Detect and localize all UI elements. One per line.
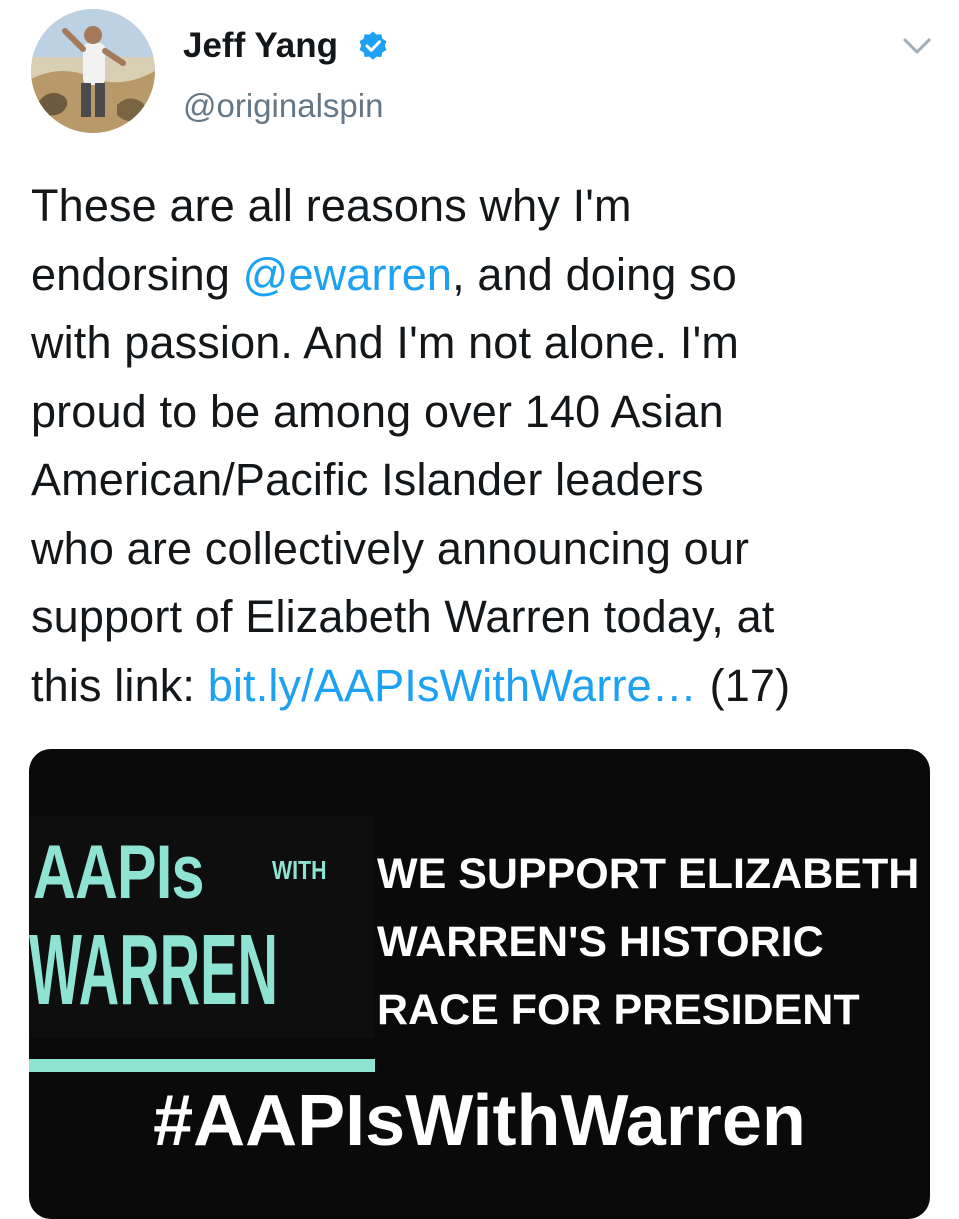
tweet-text-line: this link: bit.ly/AAPIsWithWarre… (17)	[31, 652, 936, 721]
tweet-text-segment: proud to be among over 140 Asian	[31, 385, 724, 437]
author-display-name[interactable]: Jeff Yang	[183, 24, 338, 68]
tweet-text-segment: with passion. And I'm not alone. I'm	[31, 317, 739, 368]
tweet-text-line: support of Elizabeth Warren today, at	[31, 583, 936, 652]
logo-with-text: WITH	[272, 855, 327, 885]
chevron-down-icon[interactable]	[897, 30, 937, 62]
tweet-text-segment: American/Pacific Islander leaders	[31, 454, 704, 505]
tweet-text-line: who are collectively announcing our	[31, 515, 936, 584]
tweet-text-line: with passion. And I'm not alone. I'm	[31, 309, 936, 378]
verified-badge-icon	[359, 31, 387, 60]
logo-underline	[29, 1059, 375, 1072]
url-link[interactable]: bit.ly/AAPIsWithWarre…	[208, 660, 697, 711]
mention-link[interactable]: @ewarren	[243, 249, 452, 300]
hashtag-text: #AAPIsWithWarren	[153, 1081, 806, 1161]
tweet-text: These are all reasons why I'm endorsing @…	[31, 172, 936, 720]
tweet-text-line: American/Pacific Islander leaders	[31, 446, 936, 515]
tweet-text-segment: who are collectively announcing our	[31, 522, 750, 574]
tweet-text-segment: (17)	[696, 659, 791, 711]
tweet-text-segment: support of Elizabeth Warren today, at	[31, 591, 775, 642]
tweet-text-segment: , and doing so	[452, 248, 737, 300]
tweet-media-image[interactable]: AAPIs WITH WARREN WE SUPPORT ELIZABETH W…	[29, 749, 930, 1219]
support-line: WE SUPPORT ELIZABETH	[377, 850, 920, 898]
support-line: RACE FOR PRESIDENT	[377, 986, 860, 1034]
tweet-text-line: proud to be among over 140 Asian	[31, 378, 936, 447]
tweet-text-line: endorsing @ewarren, and doing so	[31, 241, 936, 310]
logo-warren-text: WARREN	[29, 914, 278, 1026]
tweet-text-segment: this link:	[31, 659, 208, 711]
tweet: Jeff Yang @originalspin These are all re…	[0, 0, 959, 1219]
author-handle[interactable]: @originalspin	[183, 84, 383, 128]
avatar-photo	[31, 9, 155, 133]
avatar[interactable]	[31, 9, 155, 133]
logo-aapis-text: AAPIs	[33, 830, 204, 915]
tweet-text-segment: These are all reasons why I'm	[31, 180, 632, 231]
tweet-text-segment: endorsing	[31, 248, 243, 300]
support-statement: WE SUPPORT ELIZABETH WARREN'S HISTORIC R…	[377, 840, 919, 1044]
tweet-text-line: These are all reasons why I'm	[31, 172, 936, 241]
support-line: WARREN'S HISTORIC	[377, 918, 824, 966]
